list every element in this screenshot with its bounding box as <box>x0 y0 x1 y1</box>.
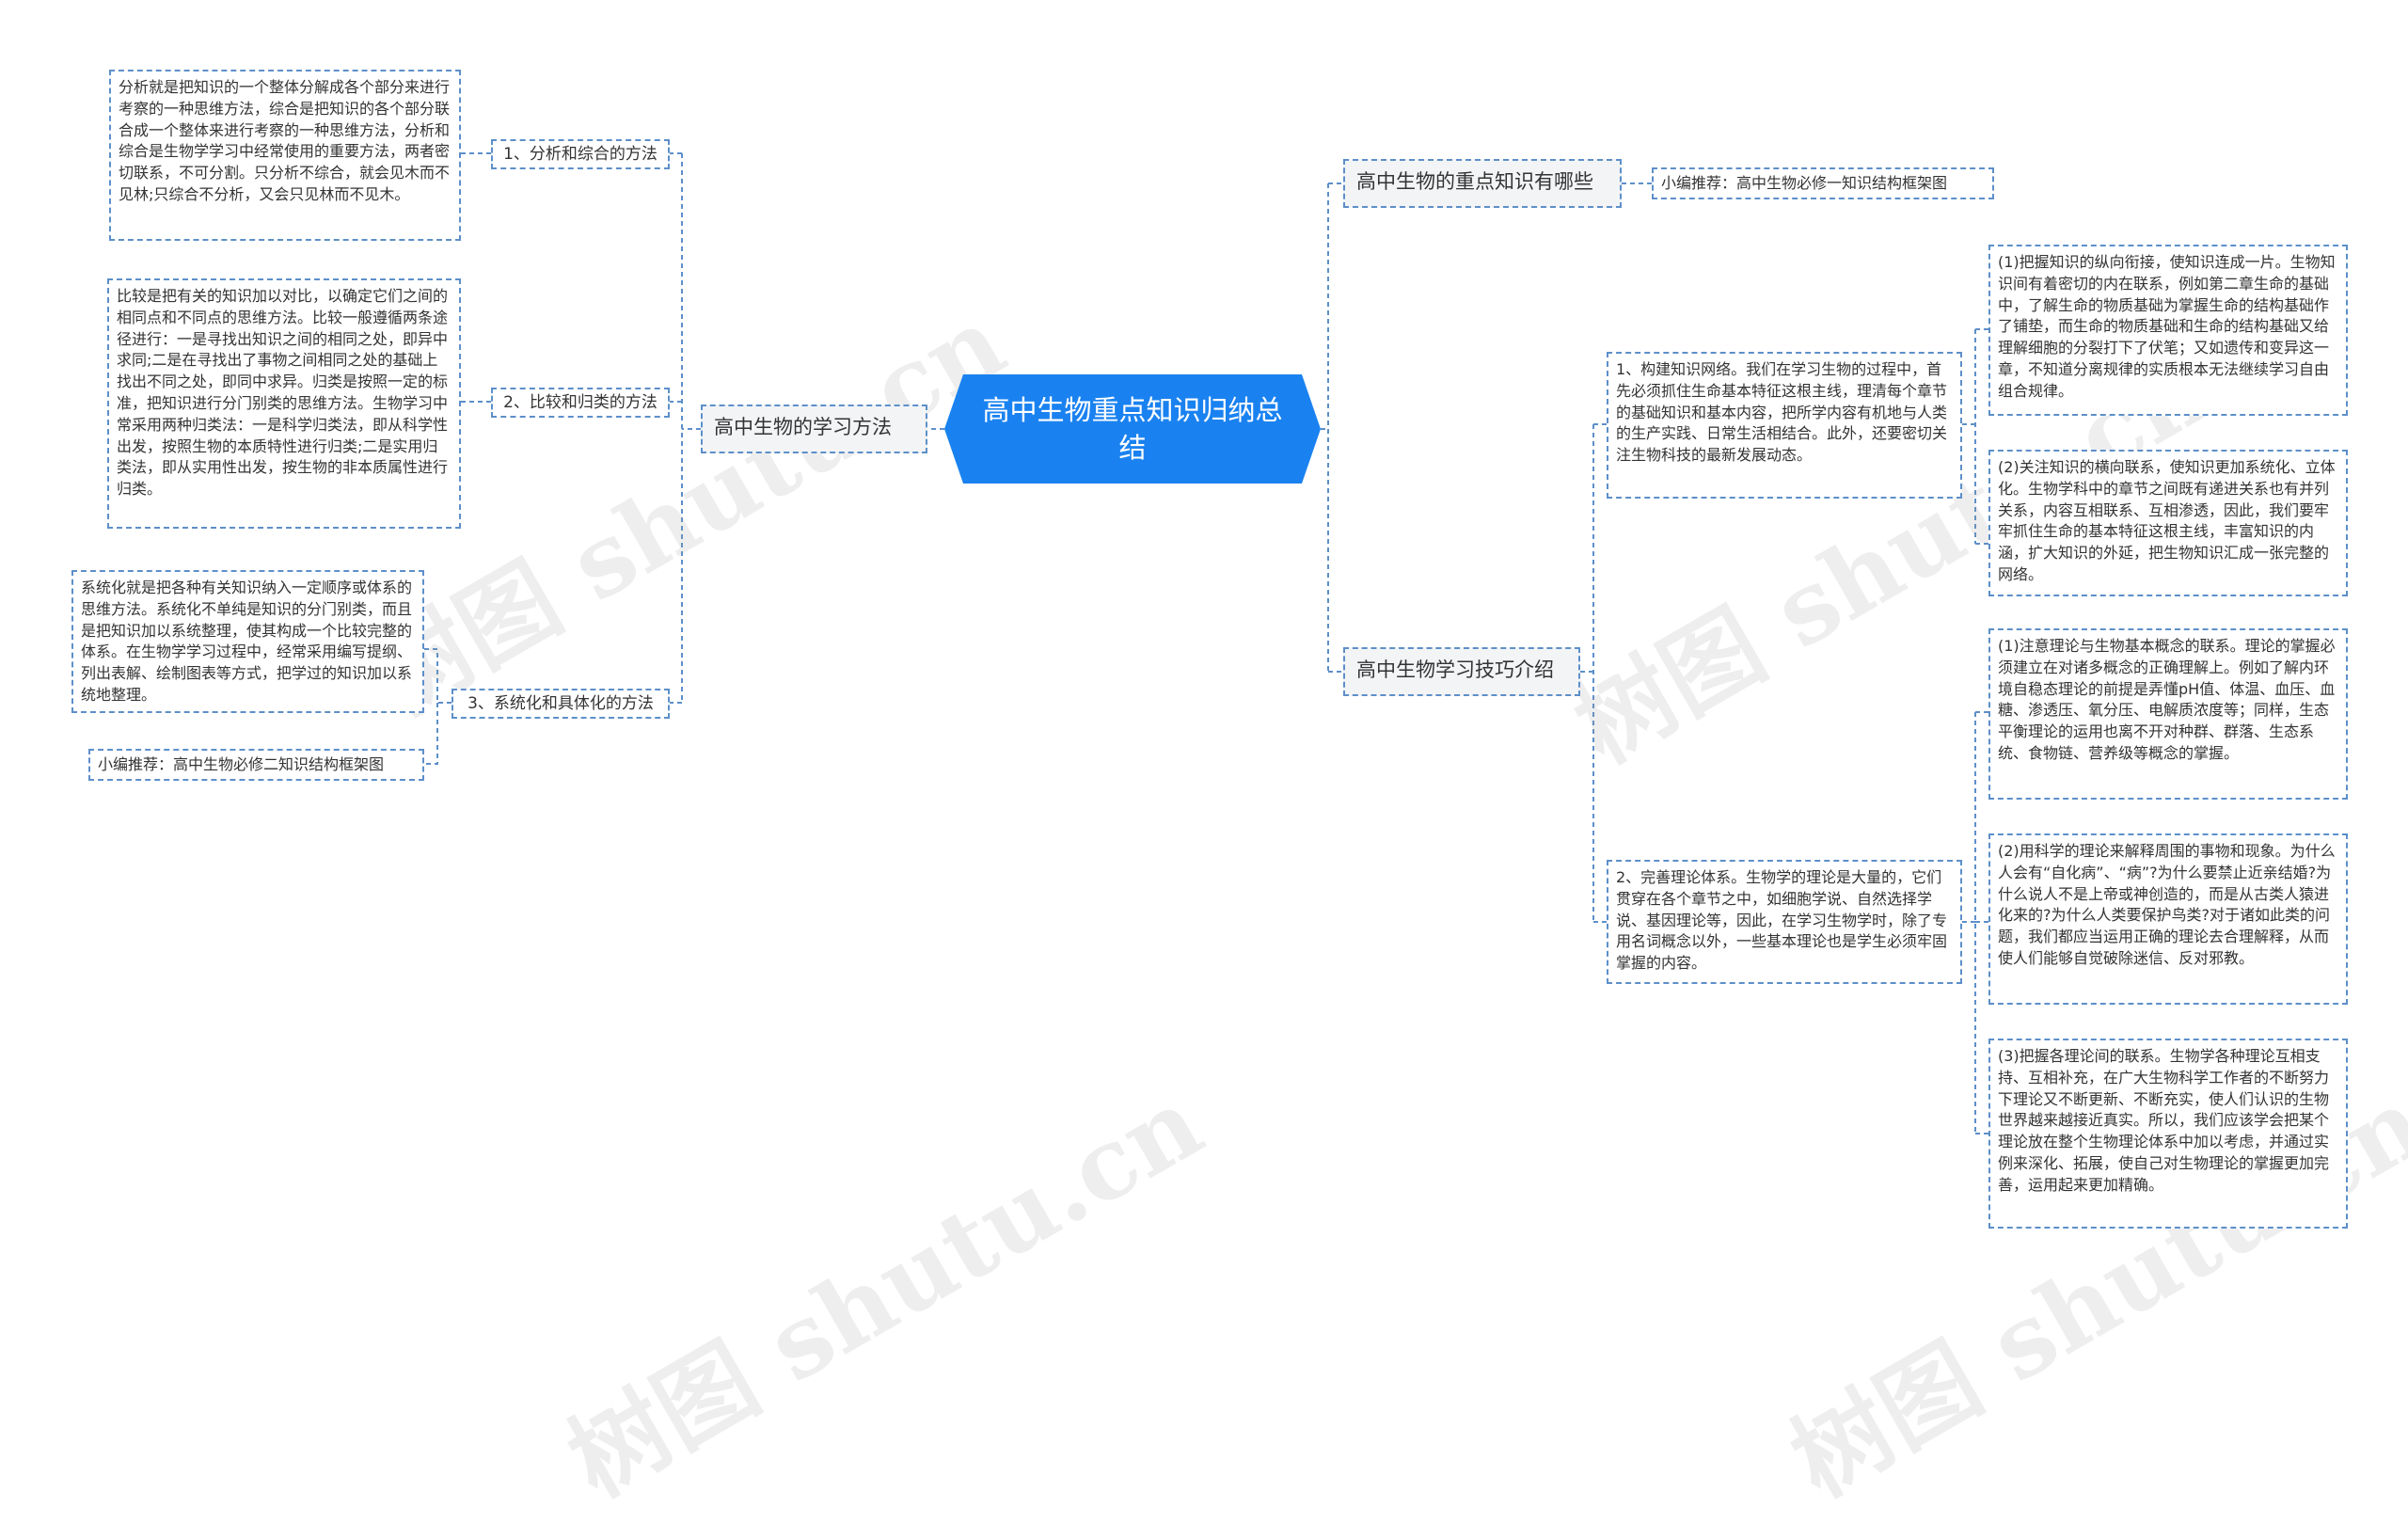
tip-theory-concept[interactable]: (1)注意理论与生物基本概念的联系。理论的掌握必须建立在对诸多概念的正确理解上。… <box>1988 628 2348 800</box>
tip-theory-system[interactable]: 2、完善理论体系。生物学的理论是大量的，它们贯穿在各个章节之中，如细胞学说、自然… <box>1607 860 1962 984</box>
branch-study-tips[interactable]: 高中生物学习技巧介绍 <box>1343 647 1580 696</box>
root-topic[interactable]: 高中生物重点知识归纳总结 <box>944 374 1321 484</box>
branch-key-knowledge[interactable]: 高中生物的重点知识有哪些 <box>1343 159 1622 208</box>
branch-study-methods[interactable]: 高中生物的学习方法 <box>701 405 927 453</box>
method-text-compare[interactable]: 比较是把有关的知识加以对比，以确定它们之间的相同点和不同点的思维方法。比较一般遵… <box>107 278 461 529</box>
tip-theory-explain[interactable]: (2)用科学的理论来解释周围的事物和现象。为什么人会有“自化病”、“病”?为什么… <box>1988 833 2348 1005</box>
method-label-analysis[interactable]: 1、分析和综合的方法 <box>491 139 670 169</box>
tip-vertical-link[interactable]: (1)把握知识的纵向衔接，使知识连成一片。生物知识间有着密切的内在联系，例如第二… <box>1988 245 2348 416</box>
tip-horizontal-link[interactable]: (2)关注知识的横向联系，使知识更加系统化、立体化。生物学科中的章节之间既有递进… <box>1988 450 2348 596</box>
tip-theory-relation[interactable]: (3)把握各理论间的联系。生物学各种理论互相支持、互相补充，在广大生物科学工作者… <box>1988 1039 2348 1229</box>
recommend-compulsory-two[interactable]: 小编推荐：高中生物必修二知识结构框架图 <box>88 749 424 781</box>
recommend-compulsory-one[interactable]: 小编推荐：高中生物必修一知识结构框架图 <box>1652 167 1994 199</box>
tip-knowledge-network[interactable]: 1、构建知识网络。我们在学习生物的过程中，首先必须抓住生命基本特征这根主线，理清… <box>1607 352 1962 499</box>
method-text-analysis[interactable]: 分析就是把知识的一个整体分解成各个部分来进行考察的一种思维方法，综合是把知识的各… <box>109 70 461 241</box>
method-text-system[interactable]: 系统化就是把各种有关知识纳入一定顺序或体系的思维方法。系统化不单纯是知识的分门别… <box>71 570 424 713</box>
method-label-compare[interactable]: 2、比较和归类的方法 <box>491 388 670 418</box>
method-label-system[interactable]: 3、系统化和具体化的方法 <box>452 689 670 719</box>
